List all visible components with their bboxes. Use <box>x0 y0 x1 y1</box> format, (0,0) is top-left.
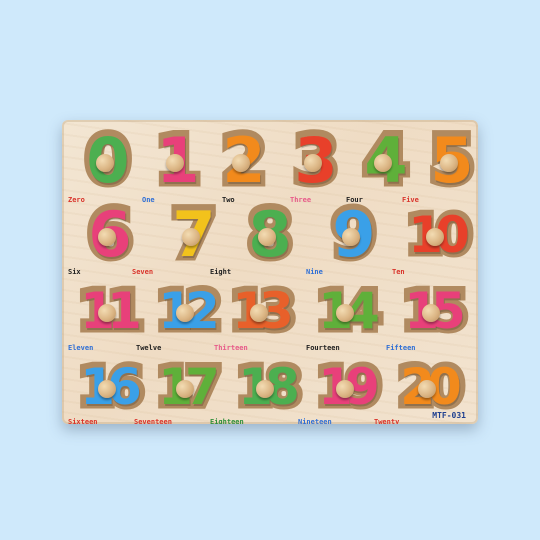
wooden-peg-knob <box>374 154 392 172</box>
wooden-peg-knob <box>98 380 116 398</box>
number-piece-15: 1515 <box>392 276 472 346</box>
number-word-label: Sixteen <box>68 418 98 424</box>
number-piece-14: 1414 <box>306 276 386 346</box>
wooden-peg-knob <box>176 380 194 398</box>
wooden-peg-knob <box>182 228 200 246</box>
number-word-label: Seventeen <box>134 418 172 424</box>
wooden-peg-knob <box>336 304 354 322</box>
number-piece-10: 1010 <box>396 200 476 270</box>
number-word-label: Nineteen <box>298 418 332 424</box>
number-piece-17: 1717 <box>146 352 226 422</box>
wooden-peg-knob <box>256 380 274 398</box>
photo-stage: MTF-031 00Zero11One22Two33Three44Four55F… <box>0 0 540 540</box>
number-word-label: Thirteen <box>214 344 248 352</box>
number-word-label: Six <box>68 268 81 276</box>
wooden-peg-knob <box>250 304 268 322</box>
number-word-label: Eight <box>210 268 232 276</box>
number-word-label: Seven <box>132 268 154 276</box>
number-piece-5: 55 <box>410 122 478 199</box>
wooden-peg-knob <box>98 304 116 322</box>
wooden-peg-knob <box>98 228 116 246</box>
wooden-peg-knob <box>426 228 444 246</box>
number-piece-20: 2020 <box>388 352 468 422</box>
wooden-peg-knob <box>304 154 322 172</box>
number-word-label: Eighteen <box>210 418 244 424</box>
wooden-peg-knob <box>336 380 354 398</box>
number-piece-8: 88 <box>228 196 306 273</box>
number-piece-9: 99 <box>312 196 390 273</box>
number-piece-7: 77 <box>152 196 230 273</box>
number-word-label: Nine <box>306 268 323 276</box>
number-piece-18: 1818 <box>226 352 306 422</box>
number-piece-3: 33 <box>274 122 352 199</box>
wooden-peg-knob <box>166 154 184 172</box>
wooden-peg-knob <box>232 154 250 172</box>
wooden-peg-knob <box>418 380 436 398</box>
number-word-label: Ten <box>392 268 405 276</box>
number-word-label: Twelve <box>136 344 162 352</box>
wooden-peg-knob <box>342 228 360 246</box>
number-word-label: Fifteen <box>386 344 416 352</box>
wooden-peg-knob <box>176 304 194 322</box>
number-piece-6: 66 <box>68 196 146 273</box>
number-word-label: Twenty <box>374 418 400 424</box>
number-piece-13: 1313 <box>220 276 300 346</box>
number-piece-16: 1616 <box>68 352 148 422</box>
wooden-peg-knob <box>422 304 440 322</box>
wooden-number-puzzle-board: MTF-031 00Zero11One22Two33Three44Four55F… <box>62 120 478 424</box>
number-word-label: Eleven <box>68 344 94 352</box>
number-piece-2: 22 <box>202 122 280 199</box>
number-piece-0: 00 <box>66 122 144 199</box>
wooden-peg-knob <box>96 154 114 172</box>
wooden-peg-knob <box>440 154 458 172</box>
number-piece-12: 1212 <box>146 276 226 346</box>
wooden-peg-knob <box>258 228 276 246</box>
number-piece-19: 1919 <box>306 352 386 422</box>
number-word-label: Fourteen <box>306 344 340 352</box>
number-piece-11: 1111 <box>68 276 148 346</box>
